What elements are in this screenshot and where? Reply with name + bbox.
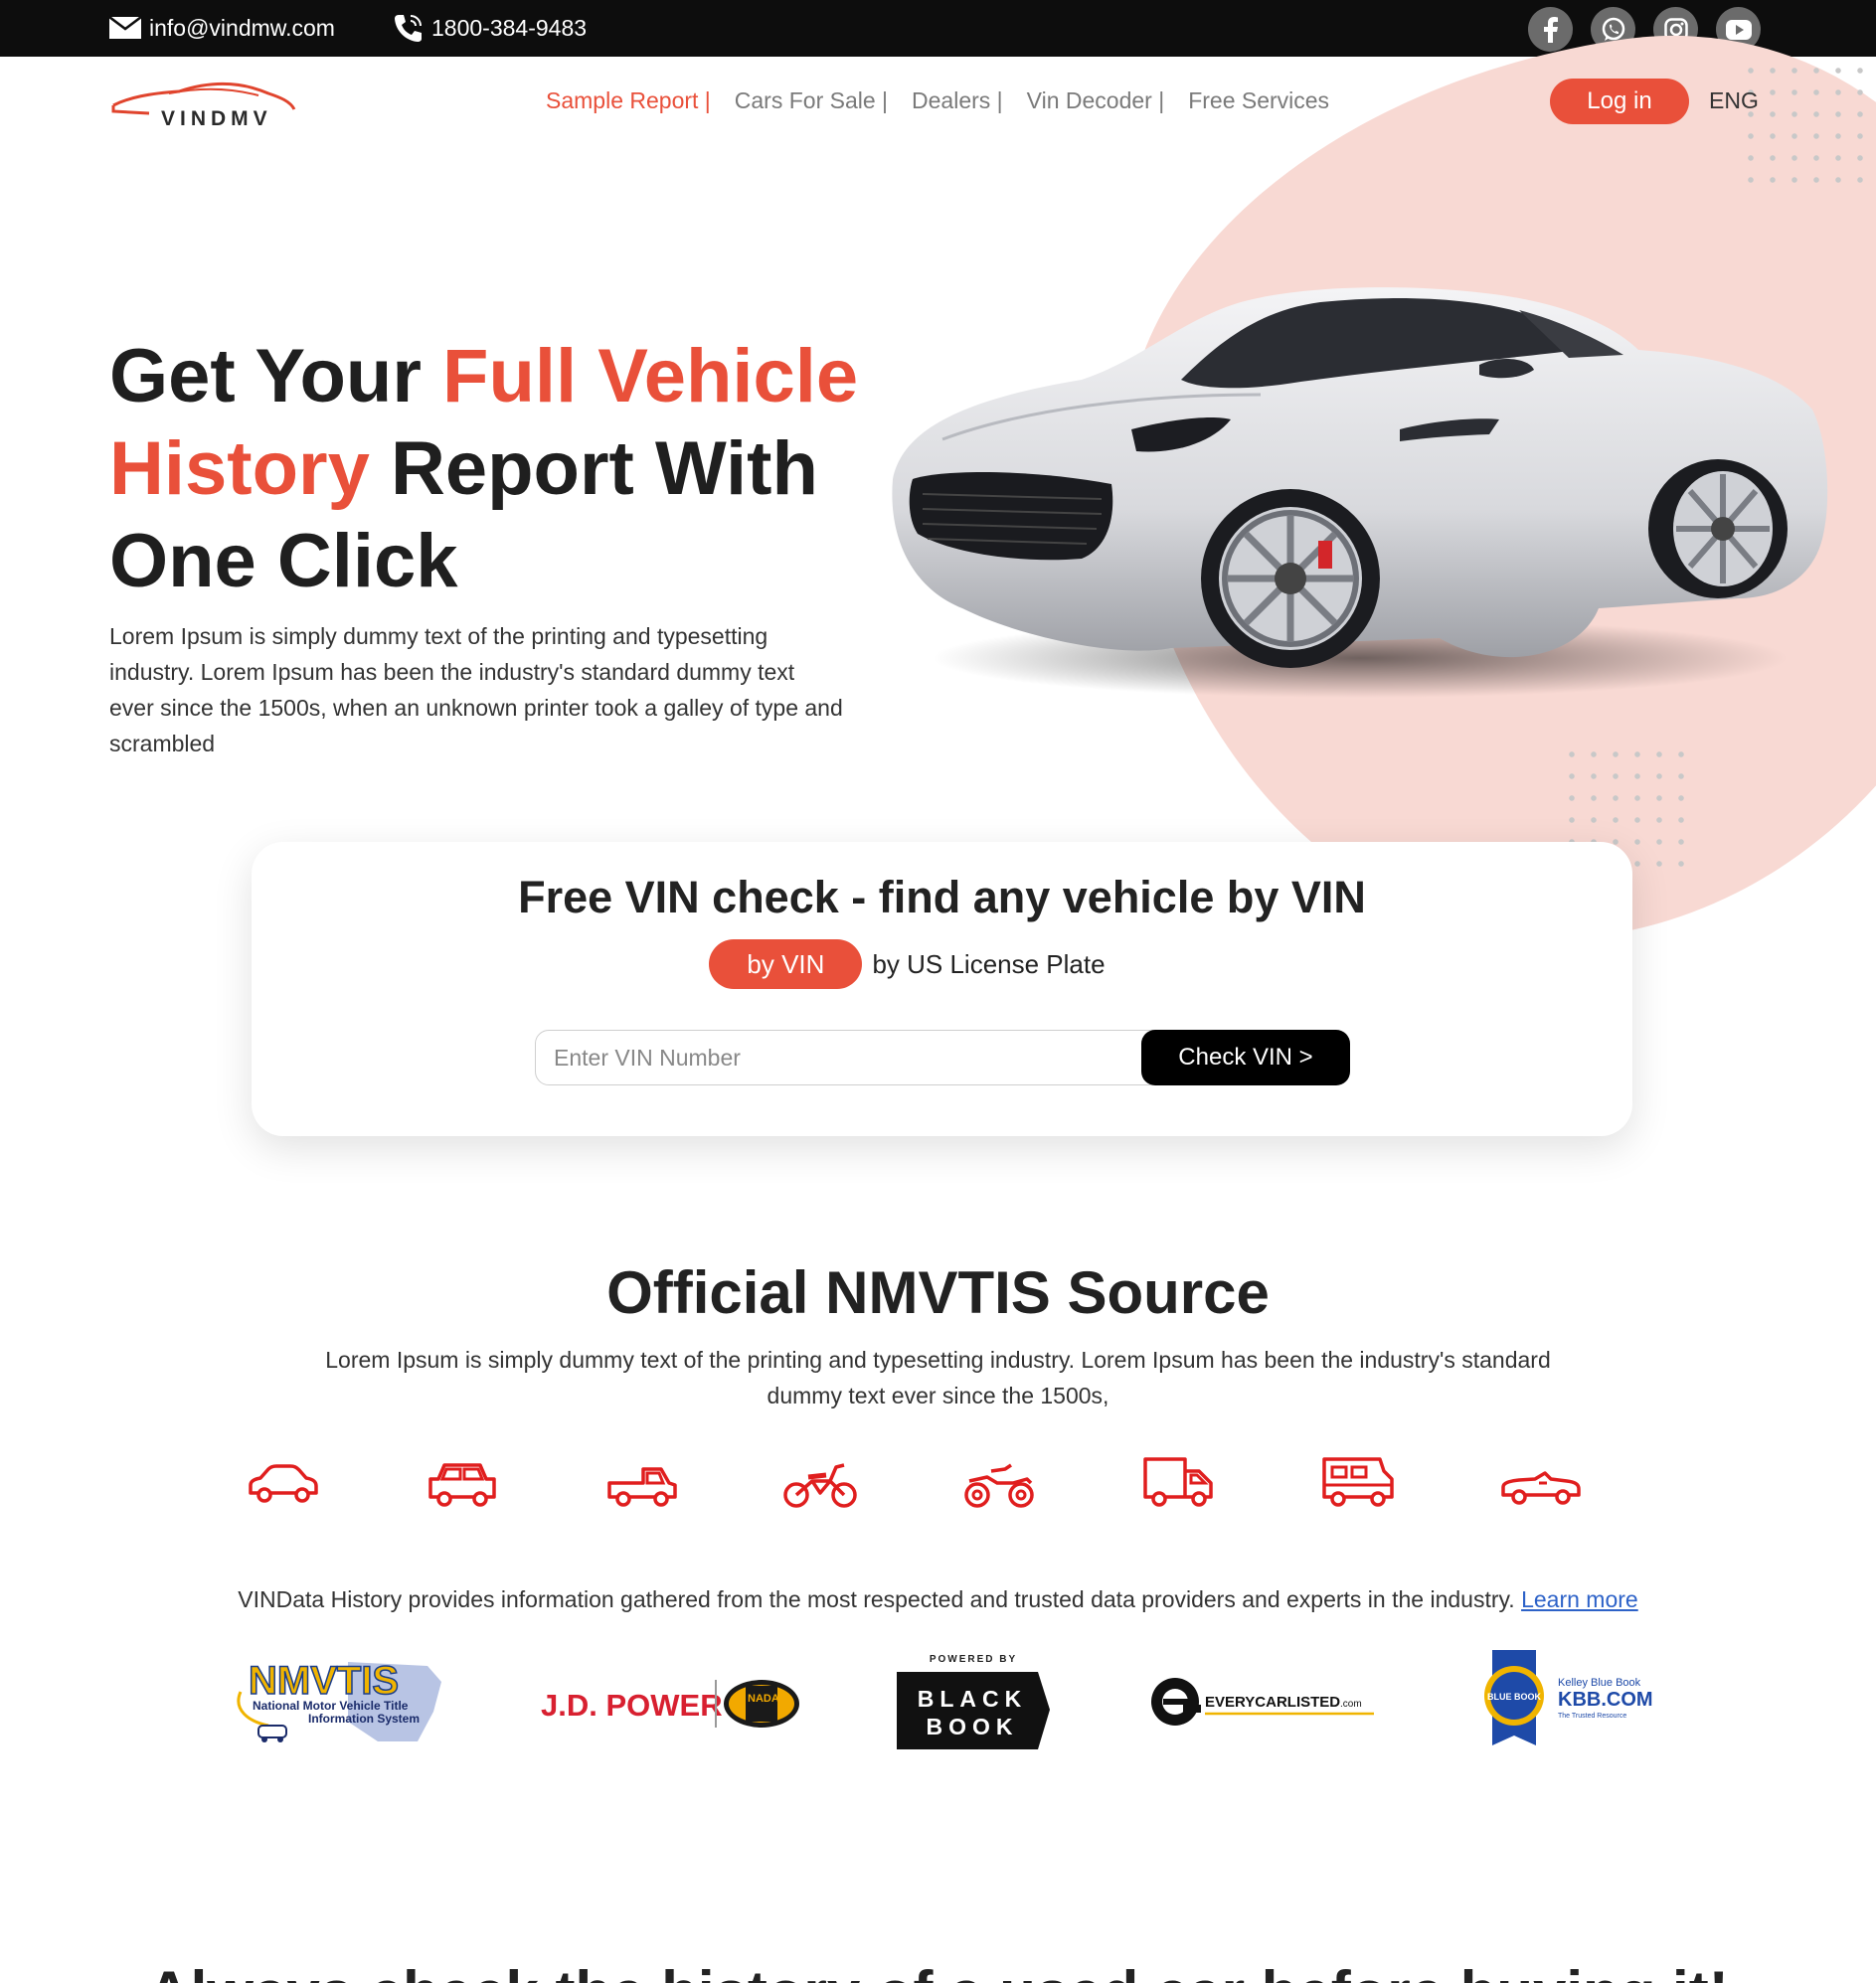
nmvtis-logo-sub: National Motor Vehicle Title	[253, 1699, 409, 1713]
nav-dealers[interactable]: Dealers |	[912, 87, 1003, 114]
email-contact[interactable]: info@vindmw.com	[109, 12, 335, 44]
black-book-top-text: POWERED BY	[930, 1654, 1017, 1665]
hero-title: Get Your Full Vehicle History Report Wit…	[109, 330, 885, 607]
everycarlisted-logo-name: EVERYCARLISTED	[1205, 1694, 1340, 1711]
kbb-logo-tag: The Trusted Resource	[1558, 1713, 1626, 1720]
search-mode-tabs: by VIN by US License Plate	[182, 939, 1632, 989]
jd-power-logo-name: J.D. POWER	[541, 1688, 723, 1723]
phone-icon	[395, 15, 422, 42]
everycarlisted-logo: EVERYCARLISTED .com	[1151, 1678, 1374, 1726]
everycarlisted-logo-suffix: .com	[1340, 1699, 1362, 1710]
vin-card-title: Free VIN check - find any vehicle by VIN	[518, 872, 1366, 922]
hero-title-part: One Click	[109, 519, 458, 603]
nmvtis-logo-sub: Information System	[308, 1712, 420, 1726]
kbb-logo: BLUE BOOK Kelley Blue Book KBB.COM The T…	[1484, 1650, 1653, 1745]
site-logo[interactable]: VINDMV	[109, 78, 298, 130]
vin-form: Check VIN >	[535, 1030, 1350, 1085]
atv-icon	[964, 1463, 1034, 1508]
kbb-badge-text: BLUE BOOK	[1487, 1692, 1542, 1702]
logo-car-icon: VINDMV	[111, 82, 296, 130]
whatsapp-icon	[1602, 17, 1624, 41]
check-vin-button[interactable]: Check VIN >	[1141, 1030, 1350, 1085]
main-nav: Sample Report | Cars For Sale | Dealers …	[546, 87, 1353, 114]
phone-text: 1800-384-9483	[431, 14, 588, 41]
nav-vin-decoder[interactable]: Vin Decoder |	[1027, 87, 1165, 114]
kbb-logo-small: Kelley Blue Book	[1558, 1677, 1641, 1689]
nmvtis-logo-name: NMVTIS	[249, 1659, 399, 1703]
facebook-link[interactable]	[1528, 7, 1573, 52]
learn-more-link[interactable]: Learn more	[1521, 1586, 1638, 1612]
jd-power-logo: J.D. POWER NADA	[541, 1680, 799, 1728]
email-text: info@vindmw.com	[149, 14, 335, 41]
login-button[interactable]: Log in	[1550, 79, 1689, 124]
providers-description: VINData History provides information gat…	[238, 1586, 1522, 1612]
tab-by-vin[interactable]: by VIN	[709, 939, 863, 989]
hero-car-image	[892, 287, 1828, 698]
tab-by-license-plate[interactable]: by US License Plate	[872, 949, 1105, 980]
vin-input[interactable]	[535, 1030, 1171, 1085]
youtube-icon	[1725, 19, 1752, 40]
nav-cars-for-sale[interactable]: Cars For Sale |	[735, 87, 888, 114]
mail-icon	[109, 17, 141, 39]
nav-sample-report[interactable]: Sample Report |	[546, 87, 711, 114]
pickup-icon	[607, 1467, 677, 1507]
facebook-icon	[1543, 16, 1558, 43]
hero-title-highlight: History	[109, 426, 370, 511]
black-book-line: BLACK	[918, 1686, 1028, 1712]
nmvtis-logo: NMVTIS National Motor Vehicle Title Info…	[237, 1658, 441, 1742]
next-section-heading: Always check the history of a used car b…	[0, 1958, 1876, 1983]
phone-contact[interactable]: 1800-384-9483	[392, 12, 587, 44]
nada-badge-text: NADA	[748, 1693, 779, 1705]
convertible-icon	[1501, 1471, 1581, 1505]
hero-description: Lorem Ipsum is simply dummy text of the …	[109, 623, 843, 756]
black-book-line: BOOK	[927, 1714, 1019, 1739]
suv-icon	[428, 1463, 496, 1507]
vin-check-card: Free VIN check - find any vehicle by VIN…	[252, 842, 1632, 1136]
truck-icon	[1143, 1457, 1213, 1507]
nmvtis-title: Official NMVTIS Source	[606, 1259, 1270, 1326]
logo-text: VINDMV	[161, 107, 272, 129]
providers-text: VINData History provides information gat…	[0, 1586, 1876, 1613]
kbb-logo-name: KBB.COM	[1558, 1689, 1653, 1711]
hero-title-part: Get Your	[109, 334, 443, 418]
motorcycle-icon	[783, 1463, 857, 1508]
dot-pattern	[1740, 60, 1876, 191]
sedan-icon	[249, 1464, 318, 1503]
black-book-logo: POWERED BY BLACK BOOK	[897, 1654, 1050, 1749]
nmvtis-description: Lorem Ipsum is simply dummy text of the …	[325, 1347, 1551, 1408]
hero-title-highlight: Full Vehicle	[442, 334, 859, 418]
hero-title-part: Report With	[369, 426, 818, 511]
nav-free-services[interactable]: Free Services	[1188, 87, 1329, 114]
language-selector[interactable]: ENG	[1709, 87, 1759, 114]
rv-icon	[1322, 1457, 1394, 1507]
